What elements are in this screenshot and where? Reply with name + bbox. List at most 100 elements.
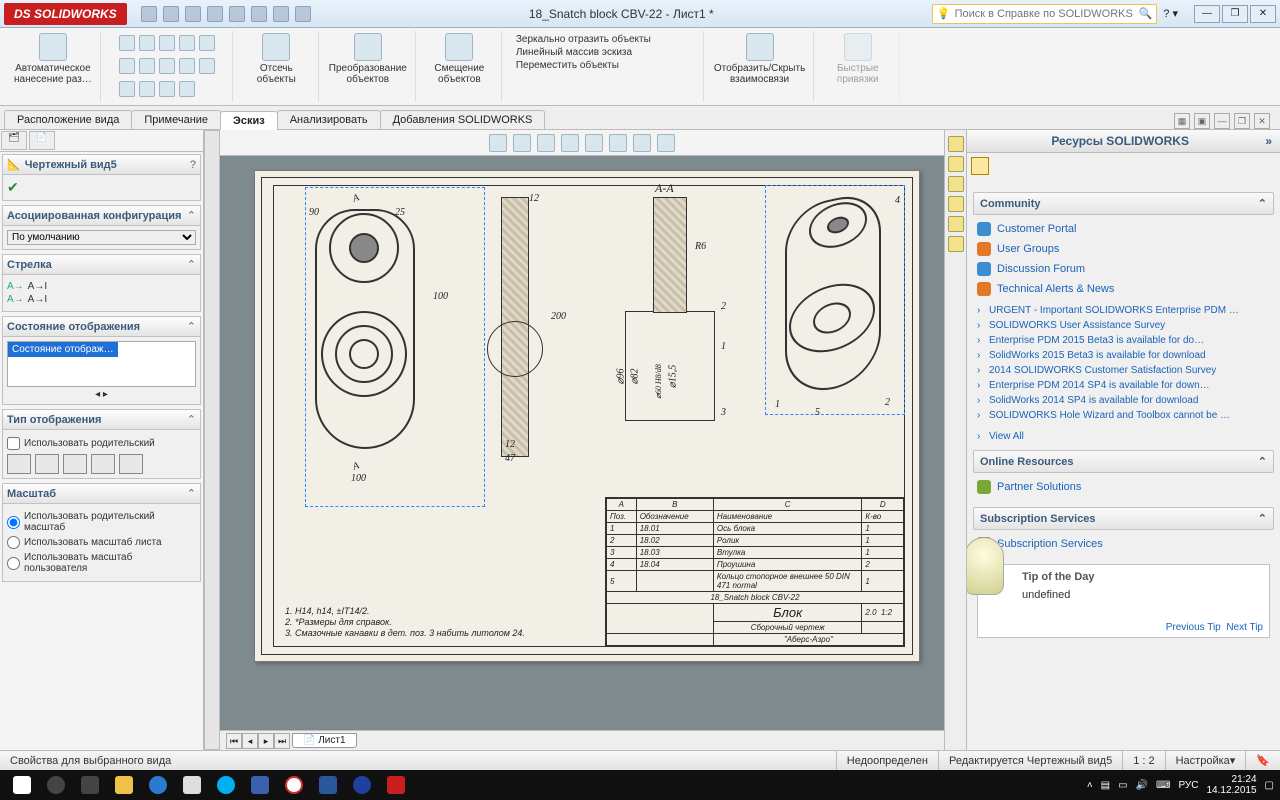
display-state-selected[interactable]: Состояние отображ… <box>8 342 118 357</box>
mdi-close[interactable]: ✕ <box>1254 113 1270 129</box>
custom-props-icon[interactable] <box>948 236 964 252</box>
tile-icon[interactable]: ▦ <box>1174 113 1190 129</box>
partner-solutions-link[interactable]: Partner Solutions <box>975 477 1272 497</box>
select-icon[interactable] <box>251 6 267 22</box>
left-scrollbar[interactable] <box>204 130 220 750</box>
alert-link[interactable]: URGENT - Important SOLIDWORKS Enterprise… <box>973 303 1274 318</box>
ribbon-trim[interactable]: Отсечь объекты <box>235 31 319 102</box>
mdi-minimize[interactable]: — <box>1214 113 1230 129</box>
home-tab-icon[interactable] <box>948 136 964 152</box>
online-resources-section[interactable]: Online Resources⌃ <box>973 450 1274 473</box>
fm-tab-prop[interactable]: 📄 <box>29 131 55 150</box>
yandex-icon[interactable] <box>278 772 310 798</box>
fillet-icon[interactable] <box>139 81 155 97</box>
customer-portal-link[interactable]: Customer Portal <box>975 219 1272 239</box>
alerts-link[interactable]: Technical Alerts & News <box>975 279 1272 299</box>
mirror-button[interactable]: Зеркально отразить объекты <box>512 33 651 46</box>
scale-section-header[interactable]: Масштаб⌃ <box>3 484 200 504</box>
start-button[interactable] <box>6 772 38 798</box>
display-state-list[interactable]: Состояние отображ… <box>7 341 196 387</box>
plane-icon[interactable] <box>179 81 195 97</box>
drawing-sheet[interactable]: A-A A A 90 25 100 100 12 12 47 200 R6 <box>254 170 920 662</box>
view-all-link[interactable]: View All <box>973 429 1274 444</box>
spline-icon[interactable] <box>199 35 215 51</box>
appearances-icon[interactable] <box>948 216 964 232</box>
section-icon[interactable] <box>609 134 627 152</box>
mdi-restore[interactable]: ❐ <box>1234 113 1250 129</box>
rebuild-icon[interactable] <box>273 6 289 22</box>
text-icon[interactable] <box>199 58 215 74</box>
tab-sketch[interactable]: Эскиз <box>220 111 278 130</box>
scale-user-radio[interactable]: Использовать масштаб пользователя <box>7 552 196 574</box>
zoom-prev-icon[interactable] <box>537 134 555 152</box>
tray-clock[interactable]: 21:2414.12.2015 <box>1206 774 1256 796</box>
tab-addins[interactable]: Добавления SOLIDWORKS <box>380 110 546 129</box>
arrow-field-2[interactable]: A→A→I <box>7 294 196 305</box>
edge-icon[interactable] <box>142 772 174 798</box>
subscription-section[interactable]: Subscription Services⌃ <box>973 507 1274 530</box>
circle-icon[interactable] <box>179 35 195 51</box>
cascade-icon[interactable]: ▣ <box>1194 113 1210 129</box>
open-icon[interactable] <box>163 6 179 22</box>
pan-icon[interactable] <box>585 134 603 152</box>
alert-link[interactable]: SolidWorks 2014 SP4 is available for dow… <box>973 393 1274 408</box>
word-icon[interactable] <box>312 772 344 798</box>
taskpane-collapse-icon[interactable]: » <box>1265 134 1272 148</box>
tab-evaluate[interactable]: Анализировать <box>277 110 381 129</box>
pm-help-icon[interactable]: ? <box>190 159 196 171</box>
scale-parent-radio[interactable]: Использовать родительский масштаб <box>7 511 196 533</box>
rotate-icon[interactable] <box>561 134 579 152</box>
view-palette-icon[interactable] <box>948 196 964 212</box>
zoom-area-icon[interactable] <box>513 134 531 152</box>
alert-link[interactable]: SolidWorks 2015 Beta3 is available for d… <box>973 348 1274 363</box>
ribbon-sketch-tools[interactable] <box>103 31 233 102</box>
prev-tip-link[interactable]: Previous Tip <box>1166 622 1221 633</box>
community-section[interactable]: Community⌃ <box>973 192 1274 215</box>
maximize-button[interactable]: ❐ <box>1222 5 1248 23</box>
taskbar-search-icon[interactable] <box>40 772 72 798</box>
sheet-tab-1[interactable]: 📄 Лист1 <box>292 733 357 748</box>
line-icon[interactable] <box>119 35 135 51</box>
tray-notifications-icon[interactable]: ▢ <box>1265 780 1274 791</box>
arrow-section-header[interactable]: Стрелка⌃ <box>3 255 200 275</box>
tab-view-layout[interactable]: Расположение вида <box>4 110 132 129</box>
status-flag-icon[interactable]: 🔖 <box>1245 751 1280 770</box>
tray-language[interactable]: РУС <box>1178 780 1198 791</box>
task-view-icon[interactable] <box>74 772 106 798</box>
home-icon[interactable] <box>971 157 989 175</box>
subscription-link[interactable]: Subscription Services <box>975 534 1272 554</box>
sheet-nav[interactable]: ⏮◂▸⏭ <box>226 733 290 749</box>
ribbon-offset[interactable]: Смещение объектов <box>418 31 502 102</box>
new-icon[interactable] <box>141 6 157 22</box>
forum-link[interactable]: Discussion Forum <box>975 259 1272 279</box>
display-type-header[interactable]: Тип отображения⌃ <box>3 410 200 430</box>
graphics-area[interactable]: A-A A A 90 25 100 100 12 12 47 200 R6 <box>220 130 944 750</box>
skype-icon[interactable] <box>210 772 242 798</box>
hide-show-icon[interactable] <box>657 134 675 152</box>
ok-check-icon[interactable]: ✔ <box>7 179 19 195</box>
feature-manager-tabs[interactable]: 🗂 📄 <box>0 130 203 152</box>
compass-icon[interactable] <box>346 772 378 798</box>
slot-icon[interactable] <box>159 35 175 51</box>
help-search[interactable]: 💡 🔍 <box>932 4 1157 24</box>
user-groups-link[interactable]: User Groups <box>975 239 1272 259</box>
tab-annotation[interactable]: Примечание <box>131 110 221 129</box>
status-customize[interactable]: Настройка ▾ <box>1165 751 1246 770</box>
move-button[interactable]: Переместить объекты <box>512 59 619 72</box>
save-icon[interactable] <box>185 6 201 22</box>
help-dropdown[interactable]: ? ▾ <box>1163 7 1178 20</box>
tray-ime-icon[interactable]: ⌨ <box>1156 780 1170 791</box>
solidworks-taskbar-icon[interactable] <box>380 772 412 798</box>
corner-rect-icon[interactable] <box>139 35 155 51</box>
options-icon[interactable] <box>295 6 311 22</box>
undo-icon[interactable] <box>229 6 245 22</box>
zoom-fit-icon[interactable] <box>489 134 507 152</box>
tray-chevron-icon[interactable]: ˄ <box>1087 780 1093 791</box>
center-rect-icon[interactable] <box>119 58 135 74</box>
linear-pattern-button[interactable]: Линейный массив эскиза <box>512 46 632 59</box>
display-state-header[interactable]: Состояние отображения⌃ <box>3 317 200 337</box>
polygon-icon[interactable] <box>139 58 155 74</box>
minimize-button[interactable]: — <box>1194 5 1220 23</box>
file-explorer-icon[interactable] <box>948 176 964 192</box>
ribbon-relations[interactable]: Отобразить/Скрыть взаимосвязи <box>706 31 814 102</box>
